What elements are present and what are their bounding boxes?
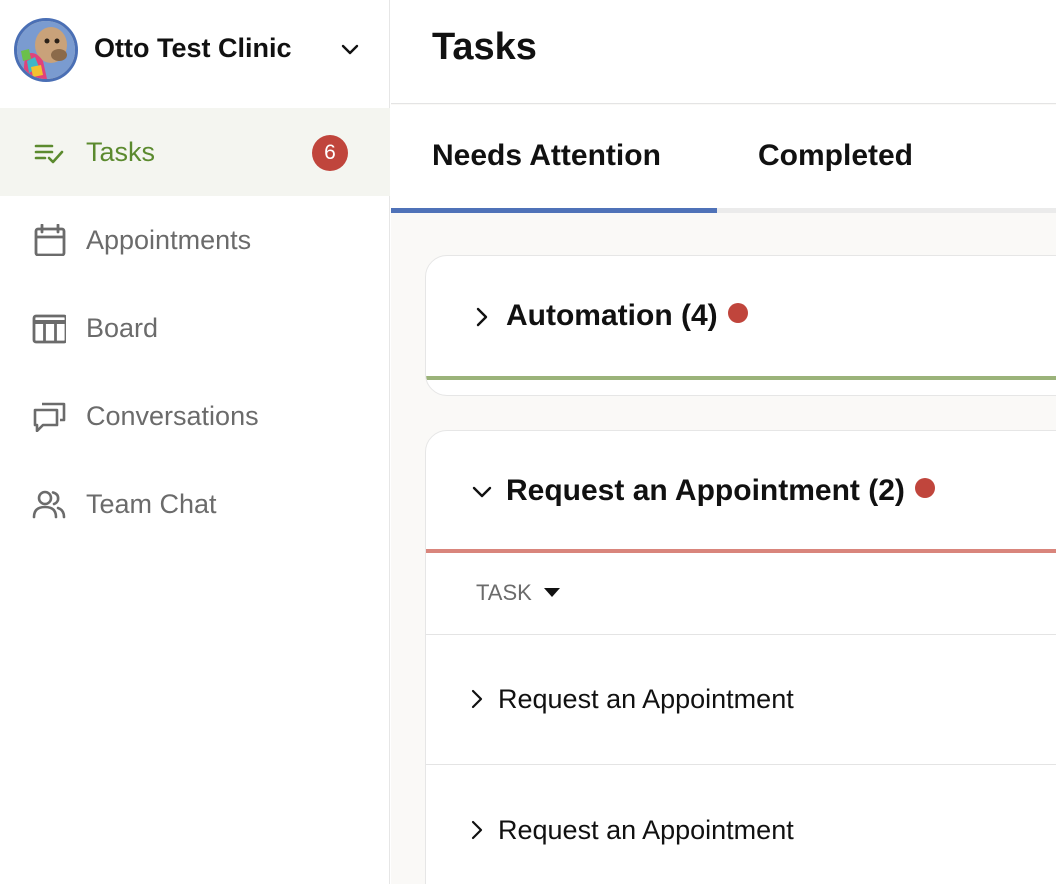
sidebar-item-label: Board <box>86 313 159 343</box>
chevron-right-icon <box>471 820 483 840</box>
task-row[interactable]: Request an Appointment <box>426 635 1056 765</box>
sidebar: Otto Test Clinic Tasks 6 Appointments Bo… <box>0 0 390 884</box>
chevron-down-icon <box>472 486 492 498</box>
column-header-label: TASK <box>476 580 532 605</box>
sidebar-item-board[interactable]: Board <box>0 284 390 372</box>
task-row-label: Request an Appointment <box>498 684 794 714</box>
team-users-icon <box>32 490 66 519</box>
group-title-text: Automation (4) <box>506 299 718 332</box>
group-title: Request an Appointment (2) <box>506 474 935 508</box>
group-accent-line <box>426 376 1056 380</box>
chevron-down-icon[interactable] <box>338 38 362 62</box>
sidebar-item-label: Conversations <box>86 401 259 431</box>
caret-down-icon <box>543 588 560 597</box>
page-title: Tasks <box>432 26 537 68</box>
task-tabs: Needs Attention Completed <box>391 105 1056 213</box>
task-group-automation: Automation (4) <box>425 255 1056 396</box>
tab-label: Completed <box>758 139 914 172</box>
main-content: Tasks Needs Attention Completed Automati… <box>391 0 1056 884</box>
task-group-request-appointment: Request an Appointment (2) TASK Request … <box>425 430 1056 884</box>
chat-bubbles-icon <box>33 402 66 432</box>
tab-needs-attention[interactable]: Needs Attention <box>391 105 717 213</box>
clinic-name: Otto Test Clinic <box>94 33 292 63</box>
tab-completed[interactable]: Completed <box>717 105 957 213</box>
app: Otto Test Clinic Tasks 6 Appointments Bo… <box>0 0 1056 884</box>
sidebar-item-label: Tasks <box>86 137 156 167</box>
sidebar-item-tasks[interactable]: Tasks 6 <box>0 108 390 196</box>
task-row-label: Request an Appointment <box>498 815 794 845</box>
group-header[interactable]: Request an Appointment (2) <box>426 431 1056 551</box>
sidebar-item-label: Appointments <box>86 225 252 255</box>
task-row[interactable]: Request an Appointment <box>426 766 1056 884</box>
sidebar-item-appointments[interactable]: Appointments <box>0 196 390 284</box>
group-title: Automation (4) <box>506 299 748 333</box>
board-columns-icon <box>32 314 66 344</box>
column-header-task[interactable]: TASK <box>476 580 560 606</box>
top-bar: Tasks <box>391 0 1056 104</box>
tasks-count-badge: 6 <box>312 135 348 171</box>
sidebar-item-label: Team Chat <box>86 489 217 519</box>
sidebar-item-conversations[interactable]: Conversations <box>0 372 390 460</box>
tasks-checklist-icon <box>34 144 64 164</box>
group-header[interactable]: Automation (4) <box>426 256 1056 378</box>
chevron-right-icon <box>471 689 483 709</box>
sidebar-item-team-chat[interactable]: Team Chat <box>0 460 390 548</box>
group-title-text: Request an Appointment (2) <box>506 474 905 507</box>
tab-label: Needs Attention <box>432 139 661 172</box>
clinic-avatar <box>14 18 78 82</box>
alert-dot <box>914 478 935 498</box>
column-header: TASK <box>426 553 1056 635</box>
alert-dot <box>727 303 748 323</box>
calendar-icon <box>34 224 66 256</box>
chevron-right-icon <box>476 307 488 327</box>
clinic-switcher[interactable]: Otto Test Clinic <box>0 0 390 104</box>
active-tab-indicator <box>391 208 717 213</box>
